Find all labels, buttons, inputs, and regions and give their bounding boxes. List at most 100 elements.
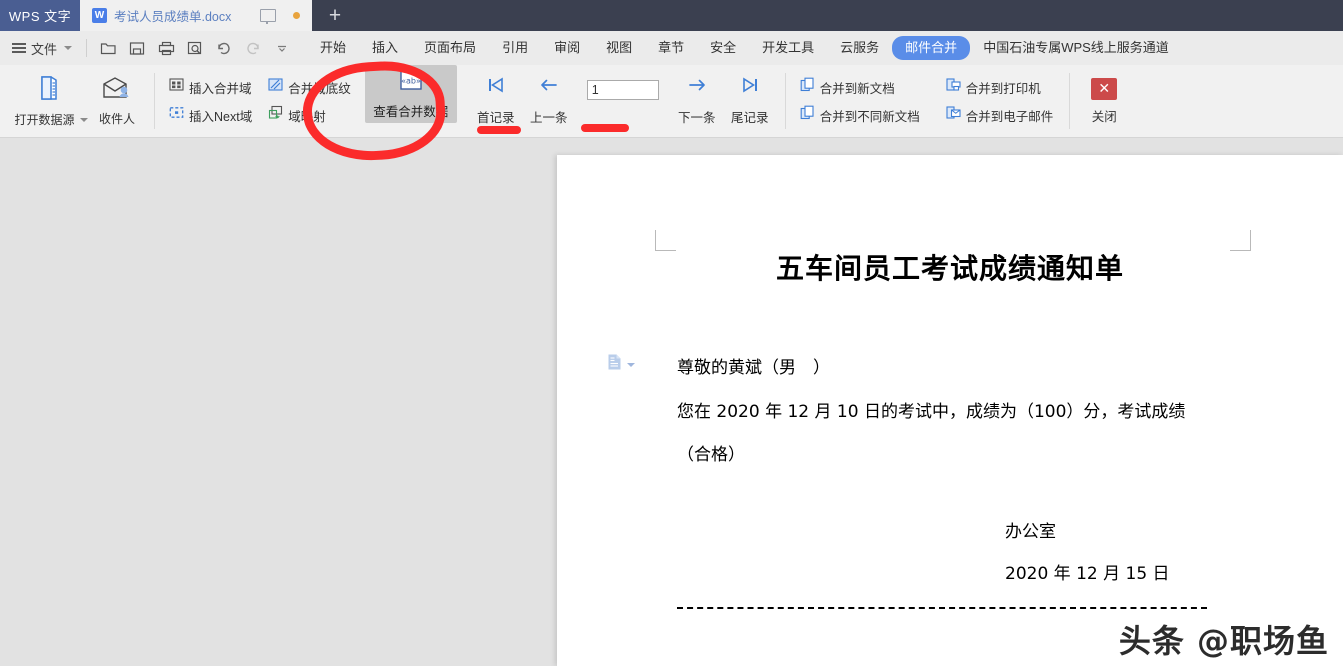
file-menu-button[interactable]: 文件: [0, 39, 78, 58]
tab-insert[interactable]: 插入: [359, 36, 411, 60]
quick-access-toolbar: [95, 36, 295, 60]
chevron-down-icon[interactable]: [627, 362, 635, 367]
last-record-label: 尾记录: [730, 111, 769, 125]
merge-to-different-docs-icon: [800, 105, 815, 125]
merge-to-printer-label: 合并到打印机: [965, 81, 1041, 96]
svg-text:«ab»: «ab»: [401, 76, 421, 85]
tab-cnpc-wps-service-channel[interactable]: 中国石油专属WPS线上服务通道: [970, 36, 1182, 60]
monitor-icon[interactable]: [260, 9, 277, 24]
last-record-button[interactable]: 尾记录: [725, 72, 775, 130]
print-preview-icon[interactable]: [182, 36, 208, 60]
merge-field-marker[interactable]: [607, 353, 635, 376]
tab-review[interactable]: 审阅: [541, 36, 593, 60]
watermark-text: 头条 @职场鱼: [1118, 622, 1329, 660]
ribbon-divider: [154, 73, 155, 129]
record-number-box: [586, 72, 659, 130]
ribbon-tab-strip: 开始 插入 页面布局 引用 审阅 视图 章节 安全 开发工具 云服务 邮件合并 …: [307, 36, 1182, 60]
insert-next-field-label: 插入Next域: [189, 109, 253, 124]
redo-icon[interactable]: [240, 36, 266, 60]
first-record-button[interactable]: 首记录: [471, 72, 521, 130]
ribbon-divider: [1069, 73, 1071, 129]
merge-to-email-label: 合并到电子邮件: [965, 109, 1054, 124]
document-dashed-separator: [677, 607, 1207, 609]
document-body-line-1: 您在 2020 年 12 月 10 日的考试中，成绩为（100）分，考试成绩: [677, 402, 1186, 422]
prev-record-button[interactable]: 上一条: [521, 72, 577, 130]
open-icon[interactable]: [95, 36, 121, 60]
view-merge-data-ab-icon: «ab»: [398, 69, 424, 96]
chevron-down-icon: [64, 46, 73, 50]
close-mail-merge-button[interactable]: ✕ 关闭: [1076, 65, 1132, 137]
insert-merge-field-button[interactable]: 插入合并域: [165, 75, 256, 99]
document-body-line-2: （合格）: [677, 445, 745, 465]
merge-field-shading-button[interactable]: 合并域底纹: [264, 75, 355, 99]
prev-record-label: 上一条: [529, 111, 568, 125]
hamburger-icon: [12, 43, 26, 53]
open-data-source-label: 打开数据源: [15, 111, 88, 128]
field-mapping-label: 域映射: [288, 109, 326, 124]
field-buttons-col-2: 合并域底纹 域映射: [260, 65, 359, 137]
document-tab[interactable]: 考试人员成绩单.docx: [80, 0, 312, 31]
unsaved-indicator-icon: [293, 12, 301, 19]
recipients-label: 收件人: [98, 112, 135, 126]
tab-security[interactable]: 安全: [697, 36, 749, 60]
merge-to-email-icon: [946, 105, 961, 125]
app-name-badge: WPS 文字: [0, 0, 80, 31]
undo-icon[interactable]: [211, 36, 237, 60]
insert-next-field-button[interactable]: 插入Next域: [165, 103, 256, 127]
record-number-input[interactable]: [586, 79, 659, 100]
ribbon-group-merge-actions: 合并到新文档 合并到不同新文档 合并到打印机 合并到电子邮件: [792, 65, 1062, 137]
ribbon-group-fields: 插入合并域 插入Next域 合并域底纹 域映射: [161, 65, 359, 137]
merge-to-new-doc-button[interactable]: 合并到新文档: [796, 75, 924, 99]
close-x-icon: ✕: [1091, 77, 1118, 100]
ribbon-group-source: 打开数据源 收件人: [0, 65, 148, 137]
tab-references[interactable]: 引用: [489, 36, 541, 60]
file-menu-label: 文件: [31, 41, 58, 57]
mail-merge-ribbon: 打开数据源 收件人 插入合并域 插入Next域 合并域底纹 域映射 «ab» 查…: [0, 65, 1343, 138]
document-greeting-line: 尊敬的黄斌（男 ）: [677, 358, 830, 378]
next-record-arrow-icon: [686, 76, 708, 99]
field-buttons-col-1: 插入合并域 插入Next域: [161, 65, 260, 137]
print-icon[interactable]: [153, 36, 179, 60]
recipients-button[interactable]: 收件人: [86, 70, 148, 132]
insert-next-field-icon: [169, 105, 184, 125]
field-mapping-button[interactable]: 域映射: [264, 103, 355, 127]
document-signature-office: 办公室: [1005, 522, 1056, 542]
merge-actions-col-1: 合并到新文档 合并到不同新文档: [792, 65, 928, 137]
insert-merge-field-icon: [169, 77, 184, 97]
merge-field-shading-label: 合并域底纹: [288, 81, 351, 96]
first-record-label: 首记录: [476, 111, 515, 125]
tab-cloud-service[interactable]: 云服务: [827, 36, 892, 60]
document-workspace[interactable]: 五车间员工考试成绩通知单 尊敬的黄斌（男 ） 您在 2020 年 12 月 10…: [0, 138, 1343, 666]
title-bar: WPS 文字 考试人员成绩单.docx +: [0, 0, 1343, 31]
new-tab-button[interactable]: +: [312, 0, 358, 31]
open-data-source-button[interactable]: 打开数据源: [15, 70, 88, 132]
merge-to-printer-button[interactable]: 合并到打印机: [942, 75, 1058, 99]
last-record-icon: [740, 76, 760, 99]
first-record-icon: [486, 76, 506, 99]
insert-merge-field-label: 插入合并域: [189, 81, 252, 96]
record-navigation-group: 首记录 上一条 下一条 尾记录: [471, 65, 775, 137]
view-merge-data-label: 查看合并数据: [373, 104, 449, 119]
merge-to-new-doc-label: 合并到新文档: [819, 81, 895, 96]
merge-actions-col-2: 合并到打印机 合并到电子邮件: [938, 65, 1062, 137]
tab-sections[interactable]: 章节: [645, 36, 697, 60]
chevron-down-icon[interactable]: [269, 36, 295, 60]
tab-developer-tools[interactable]: 开发工具: [749, 36, 827, 60]
merge-field-marker-icon: [607, 353, 622, 376]
tab-view[interactable]: 视图: [593, 36, 645, 60]
recipients-envelope-icon: [101, 75, 133, 106]
merge-to-different-docs-label: 合并到不同新文档: [819, 109, 920, 124]
save-icon[interactable]: [124, 36, 150, 60]
field-mapping-icon: [268, 105, 283, 125]
close-label: 关闭: [1091, 109, 1117, 124]
document-signature-date: 2020 年 12 月 15 日: [1005, 564, 1170, 584]
merge-to-new-doc-icon: [800, 77, 815, 97]
tab-page-layout[interactable]: 页面布局: [411, 36, 489, 60]
view-merge-data-button[interactable]: «ab» 查看合并数据: [364, 65, 457, 123]
tab-start[interactable]: 开始: [307, 36, 359, 60]
document-page[interactable]: 五车间员工考试成绩通知单 尊敬的黄斌（男 ） 您在 2020 年 12 月 10…: [557, 155, 1343, 666]
merge-to-email-button[interactable]: 合并到电子邮件: [942, 103, 1058, 127]
merge-to-different-docs-button[interactable]: 合并到不同新文档: [796, 103, 924, 127]
next-record-button[interactable]: 下一条: [669, 72, 725, 130]
tab-mail-merge[interactable]: 邮件合并: [892, 36, 971, 60]
